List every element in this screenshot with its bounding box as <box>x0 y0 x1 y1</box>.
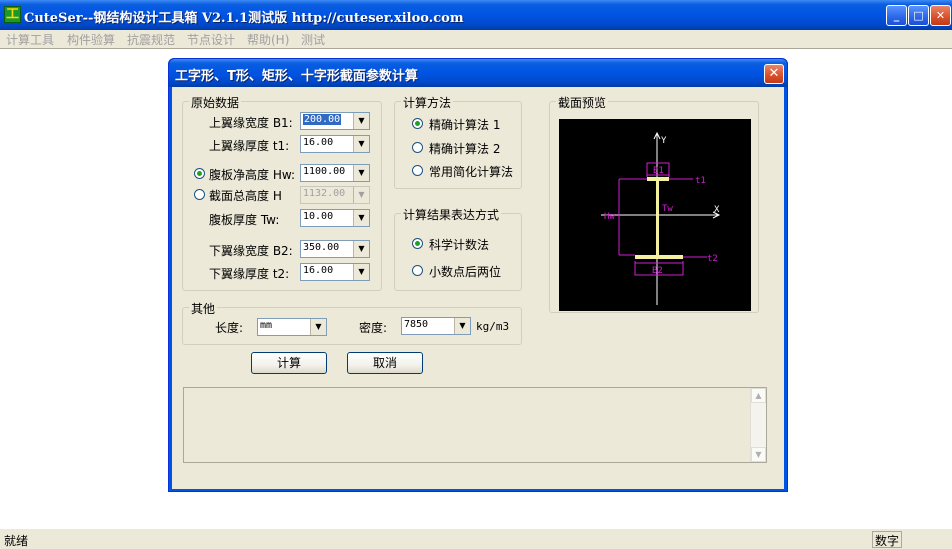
menu-joint-design[interactable]: 节点设计 <box>187 31 235 48</box>
dialog-close-icon[interactable]: ✕ <box>764 64 784 84</box>
calculate-button[interactable]: 计算 <box>251 352 327 374</box>
method-radio-1[interactable] <box>412 118 423 129</box>
result-scrollbar[interactable]: ▲ ▼ <box>750 388 766 462</box>
h-combo: 1132.00 ▼ <box>300 186 370 204</box>
chevron-down-icon[interactable]: ▼ <box>353 136 369 152</box>
section-drawing: Y X B1 t1 Tw Hw B2 t2 <box>601 131 721 305</box>
method-group: 计算方法 精确计算法 1 精确计算法 2 常用简化计算法 <box>394 94 522 189</box>
minimize-icon[interactable]: _ <box>886 5 907 26</box>
t2-dim-label: t2 <box>707 254 718 264</box>
method-option-3[interactable]: 常用简化计算法 <box>429 163 513 180</box>
hw-value: 1100.00 <box>303 166 346 177</box>
hw-radio[interactable] <box>194 168 205 179</box>
t2-combo[interactable]: 16.00 ▼ <box>300 263 370 281</box>
length-unit-combo[interactable]: mm ▼ <box>257 318 327 336</box>
length-label: 长度: <box>215 321 244 335</box>
menu-seismic-code[interactable]: 抗震规范 <box>127 31 175 48</box>
t1-label: 上翼缘厚度 t1: <box>209 139 290 153</box>
density-unit: kg/m3 <box>476 320 510 333</box>
b1-combo[interactable]: 200.00 ▼ <box>300 112 370 130</box>
t1-combo[interactable]: 16.00 ▼ <box>300 135 370 153</box>
chevron-down-icon[interactable]: ▼ <box>353 210 369 226</box>
format-option-2dp[interactable]: 小数点后两位 <box>429 263 501 280</box>
chevron-down-icon[interactable]: ▼ <box>353 264 369 280</box>
density-value: 7850 <box>404 319 429 330</box>
length-unit-value: mm <box>260 320 273 331</box>
maximize-icon[interactable]: □ <box>908 5 929 26</box>
preview-title: 截面预览 <box>556 94 609 111</box>
chevron-down-icon[interactable]: ▼ <box>353 241 369 257</box>
other-group: 其他 长度: mm ▼ 密度: 7850 ▼ kg/m3 <box>182 300 522 345</box>
main-titlebar: 工 CuteSer--钢结构设计工具箱 V2.1.1测试版 http://cut… <box>0 0 952 30</box>
bottom-flange <box>635 255 683 259</box>
method-title: 计算方法 <box>401 94 454 111</box>
format-option-sci[interactable]: 科学计数法 <box>429 236 489 253</box>
b2-label: 下翼缘宽度 B2: <box>209 244 293 258</box>
app-icon: 工 <box>4 6 21 23</box>
menu-calc-tools[interactable]: 计算工具 <box>6 31 54 48</box>
b2-value: 350.00 <box>303 242 340 253</box>
tw-value: 10.00 <box>303 211 334 222</box>
chevron-down-icon[interactable]: ▼ <box>310 319 326 335</box>
scroll-up-icon[interactable]: ▲ <box>751 388 766 403</box>
hw-dim-label: Hw <box>604 212 615 222</box>
h-label: 截面总高度 H <box>209 189 282 203</box>
other-title: 其他 <box>189 300 218 317</box>
t1-value: 16.00 <box>303 137 334 148</box>
original-data-title: 原始数据 <box>189 94 242 111</box>
top-flange <box>647 177 669 181</box>
t1-dim-label: t1 <box>695 176 706 186</box>
section-params-dialog: 工字形、T形、矩形、十字形截面参数计算 ✕ 原始数据 上翼缘宽度 B1: 200… <box>168 58 788 492</box>
chevron-down-icon: ▼ <box>353 187 369 203</box>
h-radio[interactable] <box>194 189 205 200</box>
tw-label: 腹板厚度 Tw: <box>209 213 280 227</box>
b1-value: 200.00 <box>303 114 342 125</box>
method-option-1[interactable]: 精确计算法 1 <box>429 116 500 133</box>
status-bar: 就绪 数字 <box>0 528 952 549</box>
b1-dim-label: B1 <box>653 166 664 176</box>
menu-bar: 计算工具 构件验算 抗震规范 节点设计 帮助(H) 测试 <box>0 30 952 48</box>
h-value: 1132.00 <box>303 188 346 199</box>
dialog-body: 原始数据 上翼缘宽度 B1: 200.00 ▼ 上翼缘厚度 t1: 16.00 … <box>172 87 784 489</box>
menu-help[interactable]: 帮助(H) <box>247 31 289 48</box>
status-text: 就绪 <box>4 534 29 548</box>
menu-member-check[interactable]: 构件验算 <box>67 31 115 48</box>
chevron-down-icon[interactable]: ▼ <box>454 318 470 334</box>
b1-label: 上翼缘宽度 B1: <box>209 116 293 130</box>
chevron-down-icon[interactable]: ▼ <box>353 165 369 181</box>
b2-dim-label: B2 <box>652 266 663 276</box>
method-option-2[interactable]: 精确计算法 2 <box>429 140 500 157</box>
tw-dim-label: Tw <box>662 204 673 214</box>
dialog-title: 工字形、T形、矩形、十字形截面参数计算 <box>175 69 418 84</box>
format-group: 计算结果表达方式 科学计数法 小数点后两位 <box>394 206 522 291</box>
format-title: 计算结果表达方式 <box>401 206 502 223</box>
result-output[interactable]: ▲ ▼ <box>183 387 767 463</box>
density-label: 密度: <box>359 321 388 335</box>
chevron-down-icon[interactable]: ▼ <box>353 113 369 129</box>
section-preview-canvas: Y X B1 t1 Tw Hw B2 t2 <box>559 119 751 311</box>
density-combo[interactable]: 7850 ▼ <box>401 317 471 335</box>
app-title: CuteSer--钢结构设计工具箱 V2.1.1测试版 http://cutes… <box>24 11 464 26</box>
cancel-button[interactable]: 取消 <box>347 352 423 374</box>
scroll-down-icon[interactable]: ▼ <box>751 447 766 462</box>
t2-label: 下翼缘厚度 t2: <box>209 267 290 281</box>
hw-label: 腹板净高度 Hw: <box>209 168 296 182</box>
dialog-titlebar: 工字形、T形、矩形、十字形截面参数计算 ✕ <box>169 59 787 87</box>
status-numlock: 数字 <box>872 531 902 548</box>
web <box>656 181 659 255</box>
b2-combo[interactable]: 350.00 ▼ <box>300 240 370 258</box>
t2-value: 16.00 <box>303 265 334 276</box>
x-axis-label: X <box>714 205 720 215</box>
method-radio-2[interactable] <box>412 142 423 153</box>
close-icon[interactable]: ✕ <box>930 5 951 26</box>
menu-test[interactable]: 测试 <box>301 31 325 48</box>
original-data-group: 原始数据 上翼缘宽度 B1: 200.00 ▼ 上翼缘厚度 t1: 16.00 … <box>182 94 382 291</box>
method-radio-3[interactable] <box>412 165 423 176</box>
y-axis-label: Y <box>661 136 667 146</box>
tw-combo[interactable]: 10.00 ▼ <box>300 209 370 227</box>
format-radio-sci[interactable] <box>412 238 423 249</box>
format-radio-2dp[interactable] <box>412 265 423 276</box>
hw-combo[interactable]: 1100.00 ▼ <box>300 164 370 182</box>
